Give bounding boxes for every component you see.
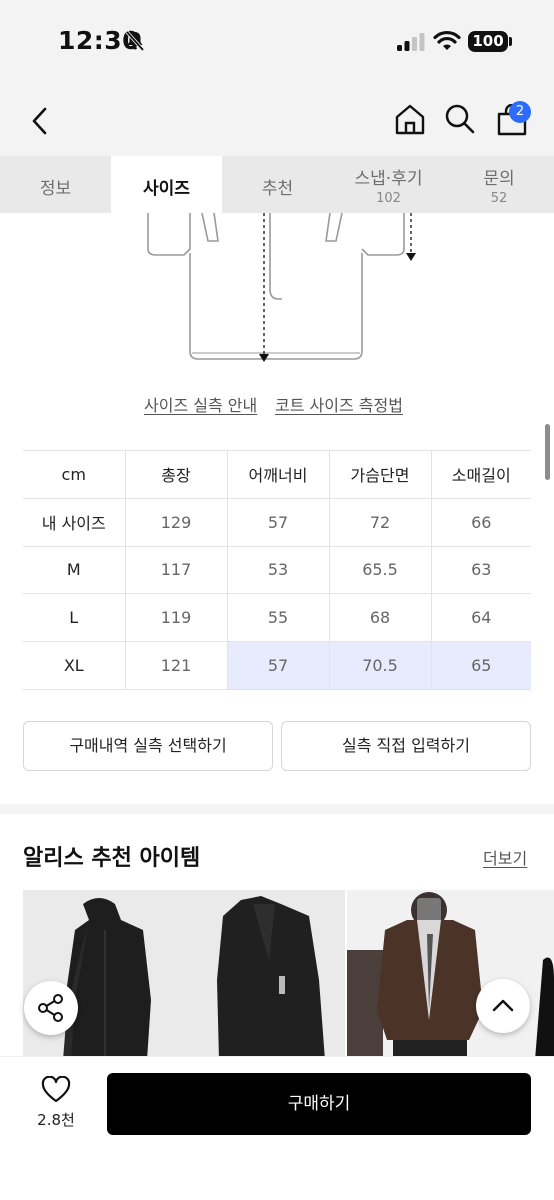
table-header-row: cm 총장 어깨너비 가슴단면 소매길이 bbox=[23, 450, 531, 499]
table-header-cell: cm bbox=[23, 450, 125, 499]
table-cell: 119 bbox=[124, 593, 227, 643]
tab-count: 102 bbox=[376, 191, 401, 206]
battery-tip bbox=[509, 37, 512, 46]
tab-info[interactable]: 정보 bbox=[0, 156, 111, 213]
section-tabs: 정보 사이즈 추천 스냅·후기 102 문의 52 bbox=[0, 156, 554, 213]
tab-label: 정보 bbox=[39, 179, 72, 199]
share-button[interactable] bbox=[24, 981, 78, 1035]
scroll-to-top-button[interactable] bbox=[476, 979, 530, 1033]
table-cell: 65.5 bbox=[328, 546, 431, 595]
table-row: M 117 53 65.5 63 bbox=[23, 546, 531, 595]
table-header-cell: 소매길이 bbox=[430, 450, 531, 499]
table-cell: 129 bbox=[124, 498, 227, 547]
table-row: XL 121 57 70.5 65 bbox=[23, 641, 531, 690]
table-row-label: M bbox=[23, 546, 125, 595]
silent-bell-icon bbox=[125, 30, 145, 52]
tab-count: 52 bbox=[490, 191, 508, 206]
tab-recommend[interactable]: 추천 bbox=[222, 156, 333, 213]
table-cell: 117 bbox=[124, 546, 227, 595]
battery-level: 100 bbox=[468, 31, 508, 52]
table-cell: 64 bbox=[430, 593, 531, 643]
coat-measure-link[interactable]: 코트 사이즈 측정법 bbox=[275, 392, 403, 416]
coat-size-illustration bbox=[147, 213, 416, 362]
recommend-title: 알리스 추천 아이템 bbox=[23, 846, 201, 871]
table-row: L 119 55 68 64 bbox=[23, 593, 531, 643]
search-icon[interactable] bbox=[444, 103, 476, 135]
heart-icon[interactable] bbox=[41, 1076, 71, 1104]
table-cell: 53 bbox=[226, 546, 329, 595]
table-cell-highlighted: 65 bbox=[430, 641, 531, 690]
table-cell-highlighted: 70.5 bbox=[328, 641, 431, 690]
table-row-label: L bbox=[23, 593, 125, 643]
tab-inquiry[interactable]: 문의 52 bbox=[444, 156, 554, 213]
table-row: 내 사이즈 129 57 72 66 bbox=[23, 498, 531, 547]
home-icon[interactable] bbox=[393, 102, 427, 136]
table-header-cell: 어깨너비 bbox=[226, 450, 329, 499]
table-cell: 68 bbox=[328, 593, 431, 643]
tab-label: 문의 bbox=[483, 169, 515, 189]
tab-label: 스냅·후기 bbox=[354, 169, 423, 189]
size-table: cm 총장 어깨너비 가슴단면 소매길이 내 사이즈 129 57 72 66 … bbox=[23, 450, 531, 690]
cart-count-badge: 2 bbox=[509, 101, 531, 123]
cellular-signal-icon bbox=[397, 33, 425, 51]
wifi-icon bbox=[433, 30, 461, 50]
table-row-label: XL bbox=[23, 641, 125, 690]
tab-snap-review[interactable]: 스냅·후기 102 bbox=[333, 156, 444, 213]
table-header-cell: 가슴단면 bbox=[328, 450, 431, 499]
scrollbar[interactable] bbox=[545, 424, 550, 480]
enter-measurements-button[interactable]: 실측 직접 입력하기 bbox=[281, 721, 531, 771]
product-image-jacket[interactable] bbox=[347, 890, 554, 1060]
section-divider bbox=[0, 804, 554, 814]
chevron-up-icon bbox=[492, 999, 514, 1012]
size-guide-link[interactable]: 사이즈 실측 안내 bbox=[144, 392, 257, 416]
table-cell-highlighted: 57 bbox=[226, 641, 329, 690]
tab-size[interactable]: 사이즈 bbox=[111, 156, 222, 213]
see-more-link[interactable]: 더보기 bbox=[483, 845, 527, 869]
share-icon bbox=[38, 994, 63, 1022]
table-cell: 55 bbox=[226, 593, 329, 643]
table-row-label: 내 사이즈 bbox=[23, 498, 125, 547]
tab-label: 사이즈 bbox=[143, 179, 190, 199]
table-header-cell: 총장 bbox=[124, 450, 227, 499]
table-cell: 66 bbox=[430, 498, 531, 547]
select-purchase-history-button[interactable]: 구매내역 실측 선택하기 bbox=[23, 721, 273, 771]
table-cell: 72 bbox=[328, 498, 431, 547]
back-arrow-icon[interactable] bbox=[26, 106, 54, 136]
buy-button[interactable]: 구매하기 bbox=[107, 1073, 531, 1135]
table-cell: 57 bbox=[226, 498, 329, 547]
table-cell: 63 bbox=[430, 546, 531, 595]
table-cell: 121 bbox=[124, 641, 227, 690]
tab-label: 추천 bbox=[261, 179, 294, 199]
like-count: 2.8천 bbox=[37, 1111, 75, 1129]
